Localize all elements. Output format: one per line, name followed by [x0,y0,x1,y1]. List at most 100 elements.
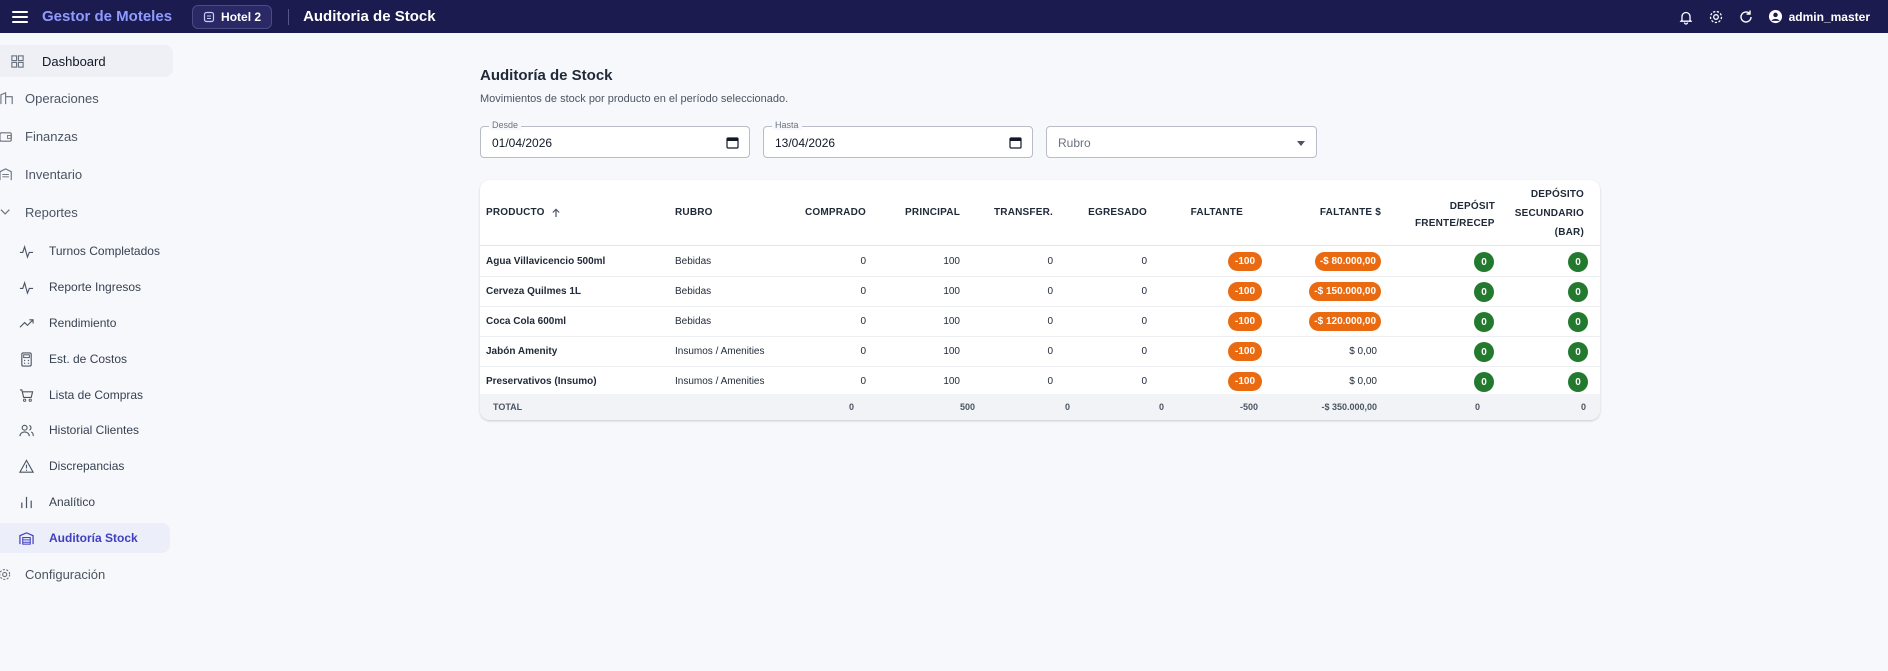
sort-arrow-up-icon [552,207,560,217]
column-header-rubro[interactable]: RUBRO [675,207,713,218]
refresh-icon[interactable] [1738,9,1754,25]
cell-rubro: Bebidas [675,256,712,267]
hasta-date-field[interactable]: Hasta 13/04/2026 [763,120,1033,158]
deposito-frente-badge: 0 [1474,252,1494,272]
cell-comprado: 0 [860,256,866,267]
gear-icon[interactable] [1708,9,1724,25]
sidebar-item-turnos-completados[interactable]: Turnos Completados [0,236,180,266]
hotel-selector-button[interactable]: Hotel 2 [192,4,273,29]
sidebar: Dashboard Operaciones Finanzas Inventari… [0,33,180,671]
column-header-faltante[interactable]: FALTANTE [1191,207,1243,218]
table-row[interactable]: Cerveza Quilmes 1L Bebidas 0 100 0 0 -100 -$ 15… [480,277,1600,307]
table-row[interactable]: Agua Villavicencio 500ml Bebidas 0 100 0 0 -10… [480,247,1600,277]
app-brand[interactable]: Gestor de Moteles [42,8,172,25]
deposito-secundario-badge: 0 [1568,372,1588,392]
cell-comprado: 0 [860,376,866,387]
faltante-badge: -100 [1228,342,1262,361]
total-egresado: 0 [1158,402,1164,412]
column-header-line: FRENTE/RECEPC [1415,218,1495,229]
column-header-comprado[interactable]: COMPRADO [805,207,866,218]
calendar-icon[interactable] [1009,136,1022,149]
cell-principal: 100 [943,346,960,357]
sidebar-item-auditoria-stock[interactable]: Auditoría Stock [0,523,170,553]
cell-producto: Preservativos (Insumo) [486,376,597,387]
users-icon [19,424,34,436]
cell-rubro: Insumos / Amenities [675,346,765,357]
column-header-producto[interactable]: PRODUCTO [486,207,561,218]
activity-icon [19,280,34,295]
total-principal: 500 [959,402,975,412]
sidebar-item-label: Lista de Compras [49,388,144,402]
sidebar-item-historial-clientes[interactable]: Historial Clientes [0,415,180,445]
user-menu-button[interactable]: admin_master [1768,9,1870,24]
rubro-select[interactable]: Rubro [1046,126,1317,158]
cell-principal: 100 [943,256,960,267]
sidebar-item-label: Reporte Ingresos [49,280,142,294]
cell-principal: 100 [943,376,960,387]
column-header-faltante-monto[interactable]: FALTANTE $ [1281,207,1381,218]
calendar-icon[interactable] [726,136,739,149]
menu-icon[interactable] [12,10,28,23]
sidebar-item-label: Turnos Completados [49,244,160,258]
page-subtitle: Movimientos de stock por producto en el … [480,93,789,105]
stock-audit-table: PRODUCTO RUBRO COMPRADO PRINCIPAL TRANSF… [480,180,1600,420]
column-header-principal[interactable]: PRINCIPAL [905,207,960,218]
sidebar-item-lista-compras[interactable]: Lista de Compras [0,380,180,410]
building-icon [0,91,13,104]
sidebar-item-finanzas[interactable]: Finanzas [0,120,78,152]
bell-icon[interactable] [1678,9,1694,25]
cell-transfer: 0 [1047,256,1053,267]
sidebar-item-est-costos[interactable]: Est. de Costos [0,344,180,374]
column-header-deposito-frente[interactable]: DEPÓSIT FRENTE/RECEPC [1415,197,1495,231]
sidebar-item-dashboard[interactable]: Dashboard [0,45,173,77]
activity-icon [19,244,34,259]
cell-comprado: 0 [860,286,866,297]
sidebar-item-operaciones[interactable]: Operaciones [0,82,99,114]
cell-rubro: Bebidas [675,316,712,327]
top-app-bar: Gestor de Moteles Hotel 2 Auditoria de S… [0,0,1888,33]
faltante-monto-badge: -$ 80.000,00 [1314,252,1381,271]
cell-transfer: 0 [1047,316,1053,327]
cell-egresado: 0 [1141,376,1147,387]
deposito-secundario-badge: 0 [1568,252,1588,272]
trending-up-icon [19,318,34,328]
cell-egresado: 0 [1141,346,1147,357]
total-row: TOTAL 0 500 0 0 -500 -$ 350.000,00 0 0 [480,394,1600,420]
warehouse-icon [19,531,34,545]
sidebar-item-rendimiento[interactable]: Rendimiento [0,308,180,338]
sidebar-item-reporte-ingresos[interactable]: Reporte Ingresos [0,272,180,302]
sidebar-item-inventario[interactable]: Inventario [0,158,82,190]
sidebar-item-reportes[interactable]: Reportes [0,196,78,228]
sidebar-item-label: Discrepancias [49,459,125,473]
cell-producto: Coca Cola 600ml [486,316,567,327]
total-label: TOTAL [493,402,523,412]
table-row[interactable]: Preservativos (Insumo) Insumos / Amenitie… [480,367,1600,397]
sidebar-item-label: Auditoría Stock [49,531,138,545]
table-row[interactable]: Coca Cola 600ml Bebidas 0 100 0 0 -100 -$ 120.0… [480,307,1600,337]
sidebar-item-analitico[interactable]: Analítico [0,487,180,517]
sidebar-item-discrepancias[interactable]: Discrepancias [0,451,180,481]
cell-egresado: 0 [1141,286,1147,297]
sidebar-item-label: Inventario [25,166,83,182]
cell-principal: 100 [943,286,960,297]
table-header: PRODUCTO RUBRO COMPRADO PRINCIPAL TRANSF… [480,180,1600,246]
total-transfer: 0 [1064,402,1070,412]
table-row[interactable]: Jabón Amenity Insumos / Amenities 0 100 0 0 -1… [480,337,1600,367]
column-header-transfer[interactable]: TRANSFER. [994,207,1053,218]
faltante-badge: -100 [1228,252,1262,271]
cell-comprado: 0 [860,316,866,327]
column-header-line: (BAR) [1554,227,1584,238]
chevron-down-icon [1297,141,1305,146]
faltante-badge: -100 [1228,282,1262,301]
rubro-placeholder: Rubro [1058,136,1091,150]
sidebar-item-configuracion[interactable]: Configuración [0,558,105,590]
sidebar-item-label: Reportes [25,204,78,220]
deposito-frente-badge: 0 [1474,342,1494,362]
sidebar-item-label: Rendimiento [49,316,117,330]
total-faltante-monto: -$ 350.000,00 [1321,402,1377,412]
bar-chart-icon [21,496,32,508]
cell-egresado: 0 [1141,316,1147,327]
column-header-deposito-secundario[interactable]: DEPÓSITO SECUNDARIO (BAR) [1504,185,1584,242]
desde-date-field[interactable]: Desde 01/04/2026 [480,120,750,158]
column-header-egresado[interactable]: EGRESADO [1088,207,1147,218]
